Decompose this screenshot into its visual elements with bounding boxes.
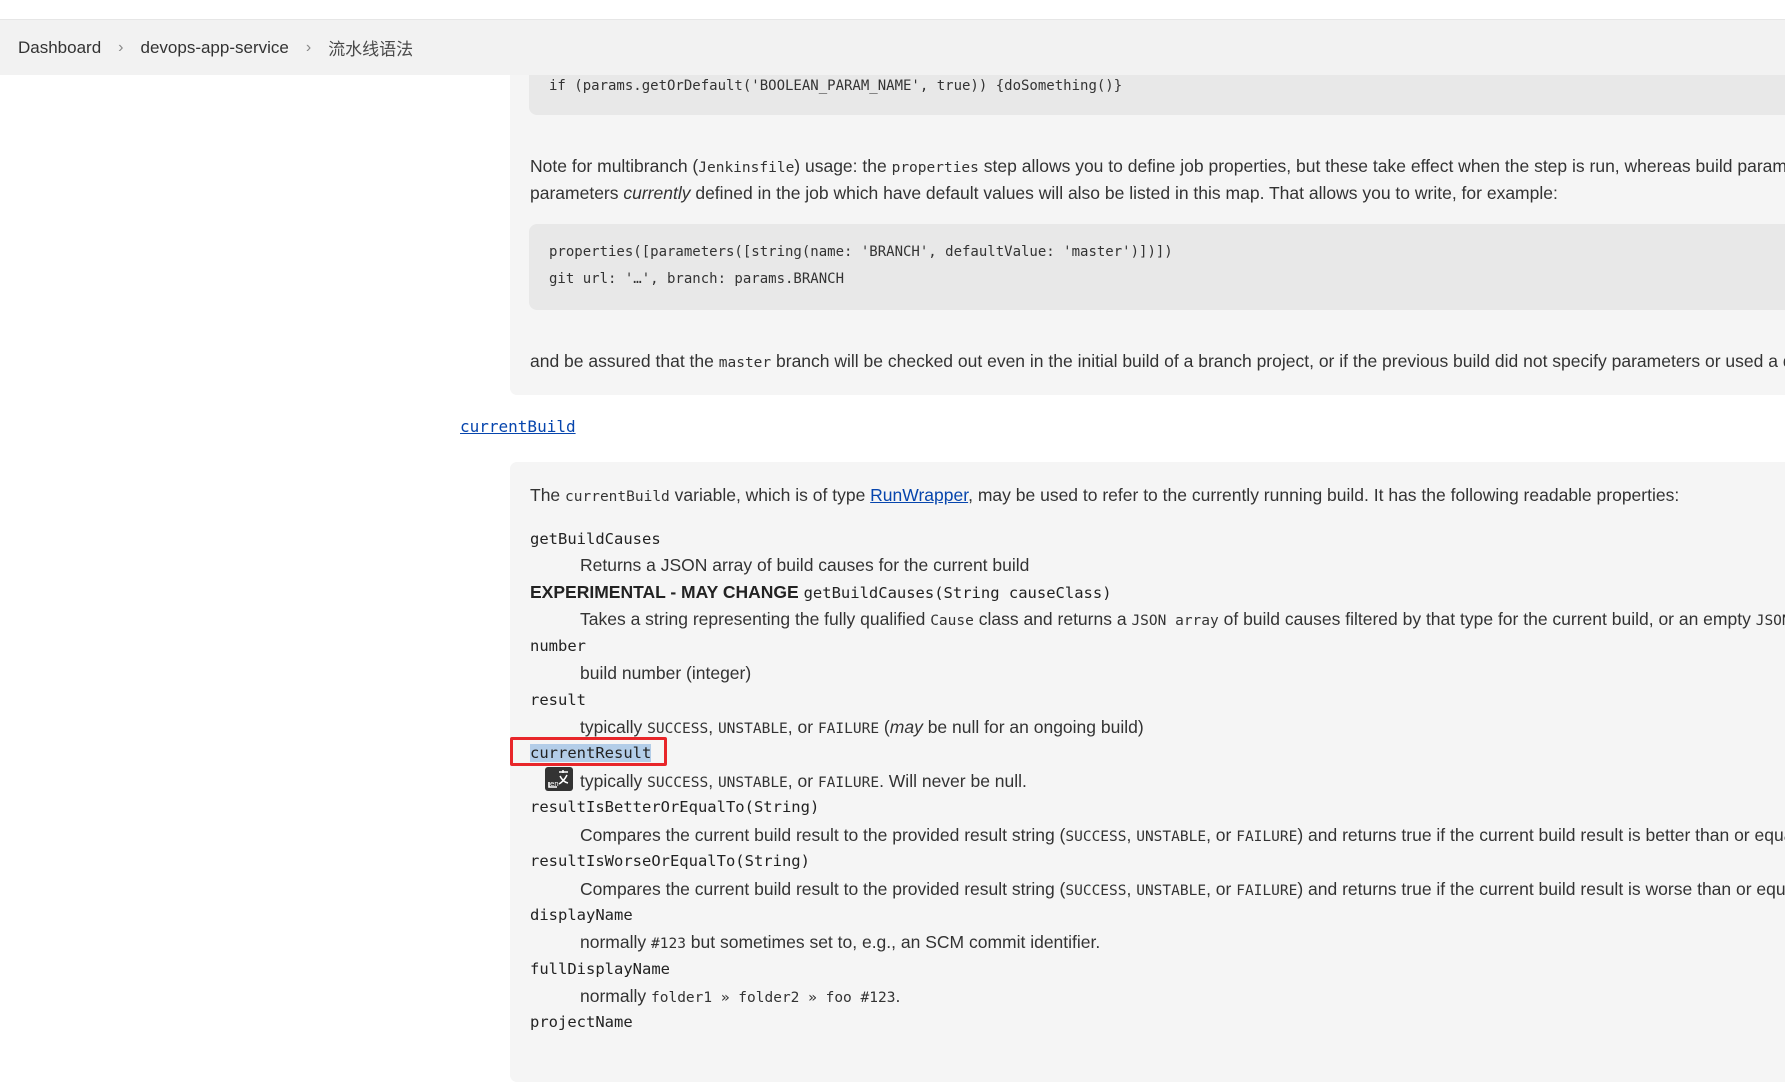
text: defined in the job which have default va…	[690, 183, 1558, 203]
text: Compares the current build result to the…	[580, 825, 1066, 845]
inline-code: UNSTABLE	[717, 721, 788, 737]
inline-code: folder1 » folder2 » foo #123	[651, 990, 896, 1006]
property-desc-currentresult: typically SUCCESS, UNSTABLE, or FAILURE.…	[580, 771, 1027, 792]
property-term-number: number	[530, 637, 586, 655]
property-desc-result: typically SUCCESS, UNSTABLE, or FAILURE …	[580, 717, 1144, 738]
text: , or	[1206, 879, 1237, 899]
inline-code: currentBuild	[565, 489, 670, 505]
property-term-displayname: displayName	[530, 906, 633, 924]
currentbuild-section-link[interactable]: currentBuild	[460, 417, 576, 436]
code-line: git url: '…', branch: params.BRANCH	[549, 271, 845, 287]
property-term-fulldisplayname: fullDisplayName	[530, 960, 670, 978]
text: ,	[1126, 879, 1137, 899]
inline-code: getBuildCauses(String causeClass)	[803, 584, 1112, 602]
inline-code: FAILURE	[817, 721, 880, 737]
inline-code: properties	[891, 160, 979, 176]
text: typically	[580, 717, 648, 737]
text: step allows you to define job properties…	[978, 156, 1785, 176]
breadcrumb-pipeline-syntax: 流水线语法	[328, 40, 414, 59]
top-bar	[0, 0, 1785, 20]
text: ) and returns true if the current build …	[1297, 879, 1785, 899]
property-term-getbuildcauses-class: EXPERIMENTAL - MAY CHANGE getBuildCauses…	[530, 582, 1112, 603]
text: ) usage: the	[794, 156, 892, 176]
property-desc-resultisbetter: Compares the current build result to the…	[580, 825, 1785, 846]
text: and be assured that the	[530, 351, 719, 371]
text: variable, which is of type	[669, 485, 871, 505]
property-term-projectname: projectName	[530, 1013, 633, 1031]
property-term-getbuildcauses: getBuildCauses	[530, 530, 661, 548]
property-term-currentresult[interactable]: currentResult	[530, 744, 652, 762]
text: , may be used to refer to the currently …	[968, 485, 1680, 505]
text: ,	[708, 717, 718, 737]
svg-text:en: en	[550, 780, 559, 788]
text: of build causes filtered by that type fo…	[1218, 609, 1756, 629]
inline-code: JSON array	[1131, 613, 1219, 629]
text: class and returns a	[973, 609, 1132, 629]
text: normally	[580, 986, 651, 1006]
code-block-properties-example: properties([parameters([string(name: 'BR…	[529, 224, 1785, 310]
inline-code: Jenkinsfile	[698, 160, 795, 176]
text: parameters	[530, 183, 624, 203]
text: , or	[787, 717, 818, 737]
property-desc-fulldisplayname: normally folder1 » folder2 » foo #123.	[580, 986, 900, 1007]
text: , or	[1206, 825, 1237, 845]
text: Note for multibranch (	[530, 156, 699, 176]
property-term-result: result	[530, 691, 586, 709]
inline-code: UNSTABLE	[1136, 883, 1207, 899]
inline-code: FAILURE	[1236, 883, 1298, 899]
text: . Will never be null.	[879, 771, 1027, 791]
text: but sometimes set to, e.g., an SCM commi…	[685, 932, 1101, 952]
text: Compares the current build result to the…	[580, 879, 1066, 899]
note-paragraph-line2: parameters currently defined in the job …	[530, 180, 1558, 207]
inline-code: JSON ar	[1755, 613, 1785, 629]
inline-code: master	[718, 355, 772, 371]
chevron-right-icon: ›	[118, 38, 124, 56]
breadcrumb-bar: Dashboard › devops-app-service › 流水线语法	[0, 20, 1785, 75]
assured-paragraph: and be assured that the master branch wi…	[530, 348, 1785, 377]
inline-code: FAILURE	[817, 775, 880, 791]
text: typically	[580, 771, 648, 791]
text: branch will be checked out even in the i…	[771, 351, 1785, 371]
text: ) and returns true if the current build …	[1297, 825, 1785, 845]
inline-code: UNSTABLE	[1136, 829, 1207, 845]
emphasis: may	[889, 717, 923, 737]
inline-code: SUCCESS	[647, 721, 709, 737]
code-line: if (params.getOrDefault('BOOLEAN_PARAM_N…	[549, 78, 1123, 94]
experimental-label: EXPERIMENTAL - MAY CHANGE	[530, 582, 799, 602]
runwrapper-link[interactable]: RunWrapper	[870, 485, 968, 505]
property-desc-resultisworse: Compares the current build result to the…	[580, 879, 1785, 900]
inline-code: SUCCESS	[647, 775, 709, 791]
translate-icon[interactable]: en	[545, 767, 573, 791]
inline-code: SUCCESS	[1065, 883, 1127, 899]
text: ,	[1126, 825, 1137, 845]
text: Takes a string representing the fully qu…	[580, 609, 931, 629]
code-line: properties([parameters([string(name: 'BR…	[549, 244, 1173, 260]
inline-code: UNSTABLE	[717, 775, 788, 791]
property-desc-getbuildcauses-class: Takes a string representing the fully qu…	[580, 609, 1785, 630]
property-desc-getbuildcauses: Returns a JSON array of build causes for…	[580, 555, 1030, 575]
property-term-resultisworse: resultIsWorseOrEqualTo(String)	[530, 852, 810, 870]
emphasis: currently	[623, 183, 691, 203]
text: be null for an ongoing build)	[922, 717, 1144, 737]
property-desc-number: build number (integer)	[580, 663, 752, 683]
text: normally	[580, 932, 651, 952]
inline-code: FAILURE	[1236, 829, 1298, 845]
inline-code: Cause	[930, 613, 974, 629]
text: The	[530, 485, 566, 505]
property-desc-displayname: normally #123 but sometimes set to, e.g.…	[580, 932, 1100, 953]
inline-code: SUCCESS	[1065, 829, 1127, 845]
currentbuild-intro: The currentBuild variable, which is of t…	[530, 482, 1679, 511]
chevron-right-icon: ›	[305, 38, 312, 56]
text: ,	[708, 771, 718, 791]
text: .	[895, 986, 901, 1006]
selected-text: currentResult	[530, 744, 652, 762]
breadcrumb: Dashboard › devops-app-service › 流水线语法	[18, 20, 413, 75]
breadcrumb-dashboard[interactable]: Dashboard	[18, 38, 101, 58]
text: (	[879, 717, 890, 737]
breadcrumb-devops-app-service[interactable]: devops-app-service	[141, 38, 289, 58]
text: , or	[787, 771, 818, 791]
property-term-resultisbetter: resultIsBetterOrEqualTo(String)	[530, 798, 820, 816]
inline-code: #123	[651, 936, 686, 952]
note-paragraph-line1: Note for multibranch (Jenkinsfile) usage…	[530, 153, 1785, 182]
